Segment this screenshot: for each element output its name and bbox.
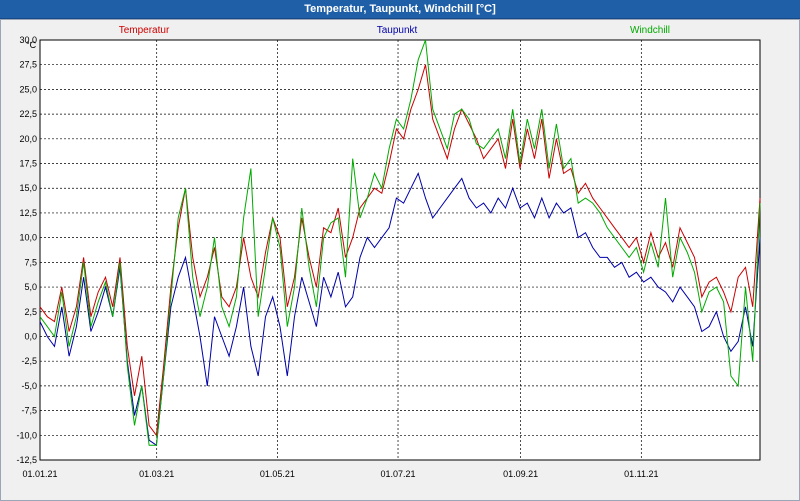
y-axis-ticks: 30,027,525,022,520,017,515,012,510,07,55…: [16, 35, 37, 465]
legend-entry: Windchill: [630, 25, 670, 36]
y-tick-label: 12,5: [19, 208, 37, 218]
y-axis-unit-label: °C: [26, 40, 37, 50]
y-tick-label: -2,5: [21, 356, 37, 366]
legend-entry: Temperatur: [119, 25, 170, 36]
y-tick-label: -5,0: [21, 381, 37, 391]
y-tick-label: 25,0: [19, 84, 37, 94]
x-tick-label: 01.05.21: [260, 469, 295, 479]
y-tick-label: -10,0: [16, 430, 37, 440]
x-tick-label: 01.11.21: [624, 469, 658, 479]
y-tick-label: 0,0: [24, 331, 37, 341]
x-tick-label: 01.01.21: [22, 469, 57, 479]
y-tick-label: 27,5: [19, 60, 37, 70]
y-tick-label: 17,5: [19, 159, 37, 169]
y-tick-label: 2,5: [24, 307, 37, 317]
y-tick-label: 22,5: [19, 109, 37, 119]
y-tick-label: 5,0: [24, 282, 37, 292]
y-tick-label: 15,0: [19, 183, 37, 193]
y-tick-label: 10,0: [19, 233, 37, 243]
x-tick-label: 01.09.21: [503, 469, 538, 479]
y-tick-label: -7,5: [21, 406, 37, 416]
y-tick-label: 20,0: [19, 134, 37, 144]
legend-entry: Taupunkt: [377, 25, 418, 36]
legend: Temperatur Taupunkt Windchill: [119, 25, 670, 36]
y-tick-label: 7,5: [24, 257, 37, 267]
x-tick-label: 01.03.21: [139, 469, 174, 479]
y-tick-label: -12,5: [16, 455, 37, 465]
x-tick-label: 01.07.21: [380, 469, 415, 479]
plot-area: [39, 39, 761, 461]
line-chart: 30,027,525,022,520,017,515,012,510,07,55…: [16, 25, 761, 479]
x-axis-ticks: 01.01.21 01.03.21 01.05.21 01.07.21 01.09.21…: [22, 469, 658, 479]
